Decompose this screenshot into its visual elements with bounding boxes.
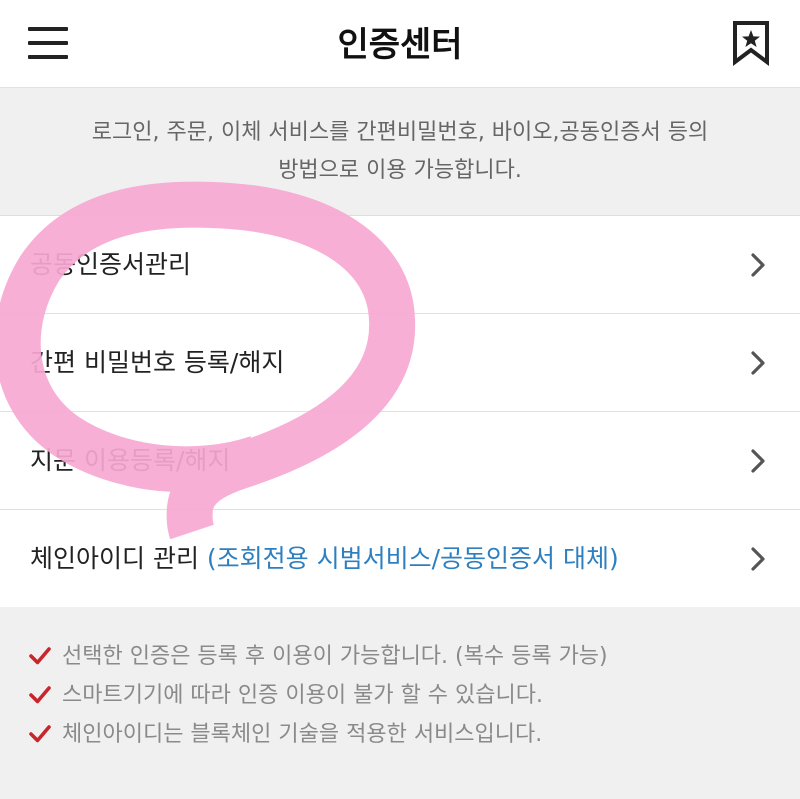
chevron-right-icon xyxy=(748,546,768,572)
auth-menu-list: 공동인증서관리 간편 비밀번호 등록/해지 지문 이용등록/해지 체인아이디 관… xyxy=(0,216,800,608)
menu-item-fingerprint[interactable]: 지문 이용등록/해지 xyxy=(0,412,800,510)
footer-note-text: 선택한 인증은 등록 후 이용이 가능합니다. (복수 등록 가능) xyxy=(62,644,608,669)
chevron-right-icon xyxy=(748,448,768,474)
page-title: 인증센터 xyxy=(337,25,463,65)
menu-item-chain-id[interactable]: 체인아이디 관리 (조회전용 시범서비스/공동인증서 대체) xyxy=(0,510,800,608)
footer-notes: 선택한 인증은 등록 후 이용이 가능합니다. (복수 등록 가능) 스마트기기… xyxy=(0,607,800,799)
checkmark-icon xyxy=(28,722,52,746)
chain-id-sublabel: (조회전용 시범서비스/공동인증서 대체) xyxy=(206,544,619,573)
checkmark-icon xyxy=(28,644,52,668)
app-header: 인증센터 xyxy=(0,0,800,88)
chevron-right-icon xyxy=(748,350,768,376)
menu-item-label: 지문 이용등록/해지 xyxy=(30,446,231,475)
notice-line-1: 로그인, 주문, 이체 서비스를 간편비밀번호, 바이오,공동인증서 등의 xyxy=(91,120,709,145)
footer-note-text: 체인아이디는 블록체인 기술을 적용한 서비스입니다. xyxy=(62,722,543,747)
menu-item-label: 체인아이디 관리 (조회전용 시범서비스/공동인증서 대체) xyxy=(30,510,619,608)
menu-item-certificate-management[interactable]: 공동인증서관리 xyxy=(0,216,800,314)
menu-item-simple-password[interactable]: 간편 비밀번호 등록/해지 xyxy=(0,314,800,412)
footer-note: 선택한 인증은 등록 후 이용이 가능합니다. (복수 등록 가능) xyxy=(0,642,800,681)
footer-note: 체인아이디는 블록체인 기술을 적용한 서비스입니다. xyxy=(0,720,800,759)
bookmark-star-icon[interactable] xyxy=(730,20,772,66)
chevron-right-icon xyxy=(748,252,768,278)
footer-note: 스마트기기에 따라 인증 이용이 불가 할 수 있습니다. xyxy=(0,681,800,720)
info-notice: 로그인, 주문, 이체 서비스를 간편비밀번호, 바이오,공동인증서 등의 방법… xyxy=(0,88,800,216)
menu-item-label: 공동인증서관리 xyxy=(30,250,192,279)
notice-line-2: 방법으로 이용 가능합니다. xyxy=(278,158,522,183)
menu-item-label: 간편 비밀번호 등록/해지 xyxy=(30,348,285,377)
footer-note-text: 스마트기기에 따라 인증 이용이 불가 할 수 있습니다. xyxy=(62,683,543,708)
checkmark-icon xyxy=(28,683,52,707)
chain-id-label: 체인아이디 관리 xyxy=(30,544,199,573)
